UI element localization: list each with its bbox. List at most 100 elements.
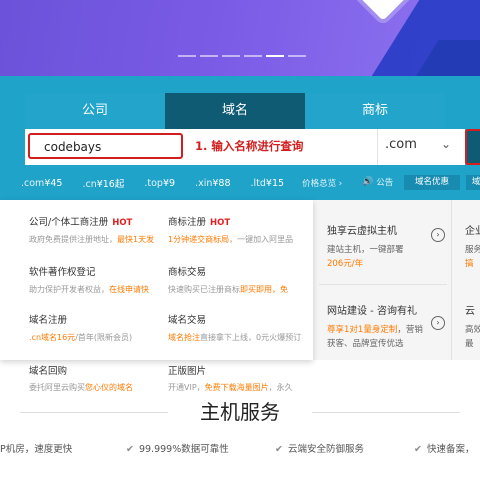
price-tld: .cn (82, 179, 97, 190)
card-desc: 最 (465, 339, 474, 349)
carousel-dot[interactable] (288, 55, 306, 57)
tab-company[interactable]: 公司 (25, 93, 165, 129)
search-button[interactable] (465, 129, 480, 165)
item-title: 商标注册 (168, 217, 207, 228)
item-desc-highlight: 1分钟递交商标局 (168, 235, 230, 244)
price-value: ¥9 (162, 177, 176, 189)
divider (319, 284, 447, 285)
check-icon: ✔ (275, 444, 283, 455)
card-website-building[interactable]: 网站建设 - 咨询有礼 尊享1对1量身定制，营销获客、品牌宣传优选 (327, 302, 431, 351)
carousel-dots (178, 55, 306, 57)
feature-label: 快速备案， (426, 444, 475, 455)
feature-label: 99.999%数据可靠性 (138, 444, 229, 455)
feature-item: ✔ 99.999%数据可靠性 (126, 441, 229, 455)
price-item[interactable]: .top¥9 (144, 178, 175, 189)
price-list: .com¥45 .cn¥16起 .top¥9 .xin¥88 .ltd¥15 价… (21, 176, 342, 191)
item-desc-highlight: 最快1天发 (117, 235, 155, 244)
section-title: 主机服务 (200, 400, 280, 424)
card-title: 网站建设 - 咨询有礼 (327, 306, 417, 317)
menu-item-domain-trading[interactable]: 域名交易 域名抢注直接拿下上线，0元火爆预订 (168, 312, 308, 343)
card-enterprise[interactable]: 企业 服务搞 (465, 222, 480, 271)
domain-suffix-select[interactable]: .com ⌄ (385, 137, 465, 157)
carousel-dot[interactable] (200, 55, 218, 57)
item-desc: ，永久 (268, 383, 293, 392)
feature-list: P机房，速度更快 ✔ 99.999%数据可靠性 ✔ 云端安全防御服务 ✔ 快速备案， (0, 441, 480, 455)
card-desc: 服务 (465, 245, 480, 255)
item-desc: 直接拿下上线，0元火爆预订 (200, 333, 302, 342)
price-tld: .com (21, 177, 45, 189)
item-desc-highlight: 域名抢注 (168, 333, 200, 342)
price-item[interactable]: .com¥45 (21, 178, 62, 189)
step-annotation: 1. 输入名称进行查询 (195, 139, 304, 153)
chevron-down-icon: ⌄ (441, 137, 452, 151)
tab-trademark[interactable]: 商标 (305, 93, 445, 129)
list-item[interactable]: 域名回购 委托阿里云购买您心仪的域名 (29, 363, 133, 393)
menu-item-trademark-trading[interactable]: 商标交易 快速购买已注册商标即买即用，免 (168, 264, 308, 295)
item-desc: 政府免费提供注册地址， (29, 235, 117, 244)
price-value: ¥16起 (96, 179, 125, 190)
item-desc: ，一键加入阿里品 (229, 235, 294, 244)
item-desc-highlight: 在线申请快 (109, 285, 149, 294)
carousel-dot[interactable] (178, 55, 196, 57)
price-tld: .top (144, 177, 163, 189)
card-desc-highlight: 搞 (465, 259, 474, 269)
item-title: 软件著作权登记 (29, 267, 96, 278)
divider (451, 200, 452, 360)
carousel-dot[interactable] (244, 55, 262, 57)
search-tabs: 公司 域名 商标 (25, 93, 445, 129)
item-desc: /首年(限新会员) (75, 333, 133, 342)
card-cloud[interactable]: 云 高效最 (465, 302, 480, 351)
domain-search-input[interactable] (44, 138, 174, 156)
notice-label: 公告 (376, 178, 394, 188)
search-panel: 公司 域名 商标 1. 输入名称进行查询 .com ⌄ .com¥45 .cn¥… (0, 76, 480, 200)
promo-cards: 独享云虚拟主机 建站主机，一键部署206元/年 › 企业 服务搞 网站建设 - … (313, 200, 480, 360)
menu-item-domain-registration[interactable]: 域名注册 .cn域名16元/首年(限新会员) (29, 312, 169, 343)
suffix-value: .com (385, 137, 417, 152)
item-desc: 助力保护开发者权益， (29, 285, 109, 294)
item-desc-highlight: .cn域名16元 (29, 333, 76, 342)
menu-item-company-registration[interactable]: 公司/个体工商注册 HOT 政府免费提供注册地址，最快1天发 (29, 214, 169, 245)
chevron-right-icon[interactable]: › (431, 316, 445, 330)
item-title: 域名交易 (168, 315, 207, 326)
price-value: ¥88 (212, 177, 231, 189)
item-desc: 委托阿里云购买 (29, 383, 85, 392)
domain-promo-button[interactable]: 域名优惠 (404, 175, 460, 190)
item-desc-highlight: 您心仪的域名 (85, 383, 133, 392)
card-desc-highlight: 206元/年 (327, 259, 364, 269)
banner-diamond-icon (353, 0, 413, 21)
speaker-icon: 🔊 (362, 177, 374, 187)
domain-search-bar: 1. 输入名称进行查询 .com ⌄ (25, 129, 465, 165)
chevron-right-icon: › (338, 179, 343, 189)
carousel-dot[interactable] (222, 55, 240, 57)
page: 公司 域名 商标 1. 输入名称进行查询 .com ⌄ .com¥45 .cn¥… (0, 0, 480, 480)
item-title: 商标交易 (168, 267, 207, 278)
feature-item: ✔ 云端安全防御服务 (275, 441, 364, 455)
price-tld: .ltd (250, 177, 266, 189)
hero-banner[interactable] (0, 0, 480, 76)
feature-item: ✔ 快速备案， (414, 441, 474, 455)
chevron-right-icon[interactable]: › (431, 228, 445, 242)
price-total-label: 价格总览 (302, 179, 337, 189)
price-item[interactable]: .ltd¥15 (251, 178, 285, 189)
price-total-link[interactable]: 价格总览 › (302, 177, 342, 189)
check-icon: ✔ (414, 444, 422, 455)
price-item[interactable]: .cn¥16起 (82, 176, 124, 190)
item-desc-highlight: 即买即用，免 (240, 285, 288, 294)
feature-label: 云端安全防御服务 (287, 444, 364, 455)
domain-more-button[interactable]: 域 (466, 175, 480, 190)
check-icon: ✔ (126, 444, 134, 455)
item-title: 公司/个体工商注册 (29, 217, 109, 228)
menu-item-trademark-registration[interactable]: 商标注册 HOT 1分钟递交商标局，一键加入阿里品 (168, 214, 308, 245)
item-title: 域名回购 (29, 366, 68, 377)
list-item[interactable]: 正版图片 开通VIP，免费下载海量图片，永久 (168, 363, 293, 393)
price-item[interactable]: .xin¥88 (195, 178, 230, 189)
menu-item-software-copyright[interactable]: 软件著作权登记 助力保护开发者权益，在线申请快 (29, 264, 169, 295)
carousel-dot-active[interactable] (266, 55, 284, 57)
notice-link[interactable]: 🔊 公告 (362, 176, 393, 188)
tab-domain[interactable]: 域名 (165, 93, 305, 129)
card-title: 企业 (465, 226, 480, 237)
item-desc-highlight: 免费下载海量图片 (204, 383, 269, 392)
item-title: 正版图片 (168, 366, 207, 377)
feature-item: P机房，速度更快 (0, 441, 72, 455)
divider (377, 129, 378, 165)
